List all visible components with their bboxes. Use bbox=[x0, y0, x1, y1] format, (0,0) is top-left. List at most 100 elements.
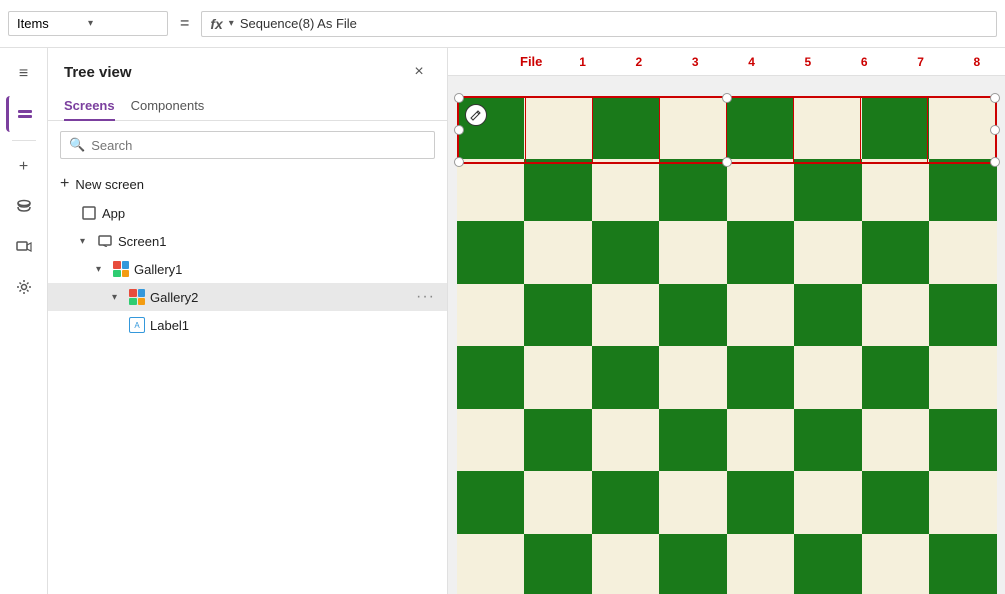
media-icon[interactable] bbox=[6, 229, 42, 265]
canvas-board bbox=[457, 96, 997, 594]
screen1-icon bbox=[96, 232, 114, 250]
gallery1-chevron-icon: ▾ bbox=[96, 264, 108, 275]
checker-cell bbox=[457, 346, 525, 409]
checker-cell bbox=[929, 409, 997, 472]
tab-components[interactable]: Components bbox=[131, 92, 205, 121]
checkerboard bbox=[457, 96, 997, 594]
checker-cell bbox=[524, 471, 592, 534]
tree-header: Tree view × bbox=[48, 48, 447, 92]
add-icon[interactable]: + bbox=[6, 149, 42, 185]
checker-cell bbox=[862, 284, 930, 347]
checker-cell bbox=[929, 221, 997, 284]
gallery2-icon bbox=[128, 288, 146, 306]
file-ruler-label: File bbox=[512, 54, 550, 69]
checker-cell bbox=[929, 96, 997, 159]
checker-cell bbox=[659, 534, 727, 594]
checker-cell bbox=[794, 96, 862, 159]
dropdown-chevron-icon: ▾ bbox=[88, 18, 159, 29]
checker-cell bbox=[794, 221, 862, 284]
gallery1-icon bbox=[112, 260, 130, 278]
gallery1-label: Gallery1 bbox=[134, 262, 435, 277]
formula-expression: Sequence(8) As File bbox=[240, 16, 357, 31]
formula-chevron-icon: ▾ bbox=[229, 18, 234, 29]
ruler-col-7: 7 bbox=[892, 55, 948, 69]
checker-cell bbox=[727, 346, 795, 409]
tree-item-gallery1[interactable]: ▾ Gallery1 bbox=[48, 255, 447, 283]
checker-cell bbox=[659, 409, 727, 472]
data-icon[interactable] bbox=[6, 189, 42, 225]
tree-title: Tree view bbox=[64, 64, 132, 81]
screen1-label: Screen1 bbox=[118, 234, 435, 249]
canvas-content[interactable] bbox=[448, 76, 1005, 594]
icon-bar: ≡ + bbox=[0, 48, 48, 594]
tree-items: App ▾ Screen1 ▾ bbox=[48, 199, 447, 594]
checker-cell bbox=[659, 221, 727, 284]
checker-cell bbox=[524, 221, 592, 284]
checker-cell bbox=[592, 471, 660, 534]
tab-screens[interactable]: Screens bbox=[64, 92, 115, 121]
checker-cell bbox=[727, 471, 795, 534]
checker-cell bbox=[929, 471, 997, 534]
search-input[interactable] bbox=[91, 138, 426, 153]
checker-cell bbox=[862, 221, 930, 284]
gallery2-chevron-icon: ▾ bbox=[112, 292, 124, 303]
icon-bar-divider bbox=[12, 140, 36, 141]
tree-tabs: Screens Components bbox=[48, 92, 447, 121]
checker-cell bbox=[592, 284, 660, 347]
ruler-col-8: 8 bbox=[949, 55, 1005, 69]
canvas-area: File 1 2 3 4 5 6 7 8 bbox=[448, 48, 1005, 594]
checker-cell bbox=[862, 534, 930, 594]
search-box[interactable]: 🔍 bbox=[60, 131, 435, 159]
checker-cell bbox=[592, 159, 660, 222]
equals-sign: = bbox=[176, 15, 193, 33]
checker-cell bbox=[659, 346, 727, 409]
checker-cell bbox=[727, 221, 795, 284]
checker-cell bbox=[524, 284, 592, 347]
checker-cell bbox=[524, 409, 592, 472]
checker-cell bbox=[457, 221, 525, 284]
items-dropdown[interactable]: Items ▾ bbox=[8, 11, 168, 36]
ruler-top: File 1 2 3 4 5 6 7 8 bbox=[448, 48, 1005, 76]
checker-cell bbox=[457, 409, 525, 472]
hamburger-menu-icon[interactable]: ≡ bbox=[6, 56, 42, 92]
checker-cell bbox=[929, 284, 997, 347]
checker-cell bbox=[794, 409, 862, 472]
tree-close-button[interactable]: × bbox=[407, 60, 431, 84]
tree-item-screen1[interactable]: ▾ Screen1 bbox=[48, 227, 447, 255]
checker-cell bbox=[524, 346, 592, 409]
checker-cell bbox=[592, 409, 660, 472]
formula-fx-icon: fx bbox=[210, 16, 222, 32]
ruler-col-5: 5 bbox=[780, 55, 836, 69]
checker-cell bbox=[929, 159, 997, 222]
checker-cell bbox=[457, 159, 525, 222]
screen1-chevron-icon: ▾ bbox=[80, 236, 92, 247]
label1-label: Label1 bbox=[150, 318, 435, 333]
settings-icon[interactable] bbox=[6, 269, 42, 305]
checker-cell bbox=[592, 346, 660, 409]
checker-cell bbox=[659, 284, 727, 347]
ruler-col-3: 3 bbox=[667, 55, 723, 69]
checker-cell bbox=[862, 471, 930, 534]
checker-cell bbox=[457, 284, 525, 347]
ruler-col-2: 2 bbox=[611, 55, 667, 69]
gallery2-more-options[interactable]: ··· bbox=[416, 288, 435, 306]
checker-cell bbox=[862, 409, 930, 472]
checker-cell bbox=[659, 159, 727, 222]
tree-item-label1[interactable]: A Label1 bbox=[48, 311, 447, 339]
checker-cell bbox=[592, 221, 660, 284]
checker-cell bbox=[457, 471, 525, 534]
ruler-col-4: 4 bbox=[723, 55, 779, 69]
tree-item-app[interactable]: App bbox=[48, 199, 447, 227]
checker-cell bbox=[727, 534, 795, 594]
checker-cell bbox=[727, 284, 795, 347]
tree-item-gallery2[interactable]: ▾ Gallery2 ··· bbox=[48, 283, 447, 311]
checker-cell bbox=[794, 159, 862, 222]
formula-bar[interactable]: fx ▾ Sequence(8) As File bbox=[201, 11, 997, 37]
edit-icon-circle[interactable] bbox=[465, 104, 487, 126]
search-icon: 🔍 bbox=[69, 137, 85, 153]
new-screen-button[interactable]: + New screen bbox=[48, 169, 447, 199]
layers-icon[interactable] bbox=[6, 96, 42, 132]
checker-cell bbox=[862, 96, 930, 159]
checker-cell bbox=[727, 409, 795, 472]
dropdown-value: Items bbox=[17, 16, 88, 31]
